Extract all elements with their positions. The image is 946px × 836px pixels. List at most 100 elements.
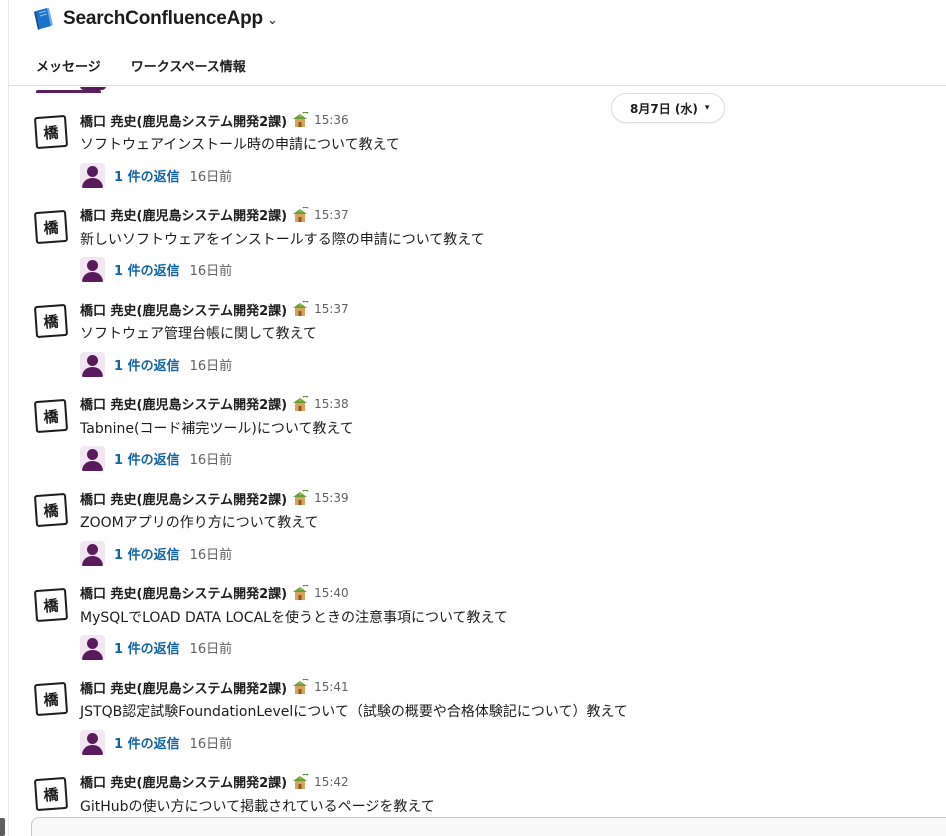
message-row[interactable]: 橋 橋口 尭史(鹿児島システム開発2課) 15:40 MySQLでLOAD DATA … <box>9 583 946 674</box>
message-row[interactable]: 橋 橋口 尭史(鹿児島システム開発2課) 15:37 新しいソフトウェアをインストール… <box>9 205 946 296</box>
thread-replies[interactable]: 1 件の返信 16日前 <box>80 729 232 755</box>
sender-name[interactable]: 橋口 尭史(鹿児島システム開発2課) <box>80 111 287 130</box>
reply-time: 16日前 <box>189 736 233 752</box>
message-row[interactable]: 橋 橋口 尭史(鹿児島システム開発2課) 15:41 JSTQB認定試験Foundat… <box>9 678 946 768</box>
message-row[interactable]: 橋 橋口 尭史(鹿児島システム開発2課) 15:38 Tabnine(コード補完ツール… <box>9 394 946 485</box>
sender-name[interactable]: 橋口 尭史(鹿児島システム開発2課) <box>80 489 287 508</box>
message-row[interactable]: 橋 橋口 尭史(鹿児島システム開発2課) 15:39 ZOOMアプリの作り方について教… <box>9 489 946 579</box>
message-meta: 橋口 尭史(鹿児島システム開発2課) 15:37 <box>80 205 349 224</box>
reply-time: 16日前 <box>189 453 233 468</box>
sender-name[interactable]: 橋口 尭史(鹿児島システム開発2課) <box>80 583 287 602</box>
tab-bar: メッセージ ワークスペース情報 <box>36 56 276 93</box>
previous-reply-avatar-fragment <box>80 87 106 90</box>
message-text: MySQLでLOAD DATA LOCALを使うときの注意事項について教えて <box>80 609 508 626</box>
message-time[interactable]: 15:41 <box>314 680 349 694</box>
message-time[interactable]: 15:37 <box>314 208 349 222</box>
palm-house-icon <box>291 772 309 790</box>
user-avatar[interactable]: 橋 <box>33 681 69 717</box>
message-text: Tabnine(コード補完ツール)について教えて <box>80 420 354 437</box>
palm-house-icon <box>291 205 309 223</box>
avatar-character: 橋 <box>42 595 60 615</box>
message-text: ソフトウェア管理台帳に関して教えて <box>80 326 317 342</box>
reply-time: 16日前 <box>189 642 233 657</box>
person-silhouette-icon <box>80 446 105 471</box>
user-avatar[interactable]: 橋 <box>33 209 69 244</box>
reply-count-link[interactable]: 1 件の返信 <box>114 166 180 185</box>
chevron-down-icon: ⌄ <box>266 12 278 28</box>
sender-name[interactable]: 橋口 尭史(鹿児島システム開発2課) <box>80 300 287 319</box>
user-avatar[interactable]: 橋 <box>33 776 69 811</box>
person-silhouette-icon <box>80 257 105 282</box>
thread-replies[interactable]: 1 件の返信 16日前 <box>80 540 232 566</box>
resize-grip[interactable] <box>0 818 5 836</box>
user-avatar[interactable]: 橋 <box>33 303 69 339</box>
palm-house-icon <box>291 583 309 601</box>
avatar-character: 橋 <box>42 217 60 237</box>
thread-replies[interactable]: 1 件の返信 16日前 <box>80 162 232 188</box>
window-left-edge <box>0 0 9 836</box>
message-time[interactable]: 15:42 <box>314 775 349 789</box>
message-list[interactable]: 8月7日 (水) ▾ 橋橋口 尭史(鹿児島システム開発2課) 15:36 ソフトウェ… <box>9 87 946 836</box>
message-text: ZOOMアプリの作り方について教えて <box>80 515 319 531</box>
message-meta: 橋口 尭史(鹿児島システム開発2課) 15:38 <box>80 394 349 413</box>
reply-count-link[interactable]: 1 件の返信 <box>114 733 180 752</box>
sender-name[interactable]: 橋口 尭史(鹿児島システム開発2課) <box>80 205 287 224</box>
message-text: JSTQB認定試験FoundationLevelについて（試験の概要や合格体験記… <box>80 704 628 720</box>
person-silhouette-icon <box>80 540 105 566</box>
avatar-character: 橋 <box>42 500 60 521</box>
sender-name[interactable]: 橋口 尭史(鹿児島システム開発2課) <box>80 772 287 791</box>
tab-workspace-info[interactable]: ワークスペース情報 <box>131 56 246 85</box>
reply-count-link[interactable]: 1 件の返信 <box>114 449 180 468</box>
tab-messages[interactable]: メッセージ <box>36 56 101 93</box>
thread-replies[interactable]: 1 件の返信 16日前 <box>80 257 232 283</box>
palm-house-icon <box>291 300 309 317</box>
person-silhouette-icon <box>80 635 105 660</box>
message-time[interactable]: 15:39 <box>314 491 349 505</box>
person-silhouette-icon <box>80 729 105 755</box>
message-row[interactable]: 橋 橋口 尭史(鹿児島システム開発2課) 15:37 ソフトウェア管理台帳に関して教え… <box>9 300 946 390</box>
user-avatar[interactable]: 橋 <box>33 114 69 150</box>
message-time[interactable]: 15:38 <box>314 397 349 411</box>
sender-name[interactable]: 橋口 尭史(鹿児島システム開発2課) <box>80 678 287 697</box>
thread-replies[interactable]: 1 件の返信 16日前 <box>80 446 232 472</box>
app-title-button[interactable]: SearchConfluenceApp ⌄ <box>33 6 278 32</box>
reply-time: 16日前 <box>189 547 233 563</box>
person-silhouette-icon <box>80 162 105 188</box>
message-meta: 橋口 尭史(鹿児島システム開発2課) 15:39 <box>80 489 349 508</box>
message-meta: 橋口 尭史(鹿児島システム開発2課) 15:42 <box>80 772 349 791</box>
message-text: GitHubの使い方について掲載されているページを教えて <box>80 798 435 815</box>
message-meta: 橋口 尭史(鹿児島システム開発2課) 15:41 <box>80 678 349 697</box>
reply-count-link[interactable]: 1 件の返信 <box>114 260 180 279</box>
avatar-character: 橋 <box>42 406 60 426</box>
reply-time: 16日前 <box>189 358 233 374</box>
reply-time: 16日前 <box>189 169 233 185</box>
message-meta: 橋口 尭史(鹿児島システム開発2課) 15:37 <box>80 300 349 319</box>
reply-count-link[interactable]: 1 件の返信 <box>114 355 180 374</box>
reply-time: 16日前 <box>189 264 233 279</box>
avatar-character: 橋 <box>42 311 60 332</box>
message-time[interactable]: 15:40 <box>314 586 349 600</box>
message-composer[interactable] <box>31 817 946 836</box>
app-name: SearchConfluenceApp <box>63 8 263 29</box>
reply-count-link[interactable]: 1 件の返信 <box>114 544 180 563</box>
person-silhouette-icon <box>80 351 105 377</box>
user-avatar[interactable]: 橋 <box>33 492 69 528</box>
avatar-character: 橋 <box>42 784 60 804</box>
thread-replies[interactable]: 1 件の返信 16日前 <box>80 635 232 661</box>
channel-header: SearchConfluenceApp ⌄ メッセージ ワークスペース情報 <box>9 0 946 93</box>
message-row[interactable]: 橋 橋口 尭史(鹿児島システム開発2課) 15:36 ソフトウェアインストール時の申請… <box>9 111 946 201</box>
palm-house-icon <box>291 394 309 412</box>
reply-count-link[interactable]: 1 件の返信 <box>114 638 180 657</box>
palm-house-icon <box>291 678 309 695</box>
sender-name[interactable]: 橋口 尭史(鹿児島システム開発2課) <box>80 394 287 413</box>
user-avatar[interactable]: 橋 <box>33 587 69 622</box>
user-avatar[interactable]: 橋 <box>33 398 69 433</box>
message-meta: 橋口 尭史(鹿児島システム開発2課) 15:36 <box>80 111 349 130</box>
avatar-character: 橋 <box>42 689 60 710</box>
message-text: 新しいソフトウェアをインストールする際の申請について教えて <box>80 231 485 248</box>
message-time[interactable]: 15:37 <box>314 302 349 316</box>
message-text: ソフトウェアインストール時の申請について教えて <box>80 137 400 153</box>
message-meta: 橋口 尭史(鹿児島システム開発2課) 15:40 <box>80 583 349 602</box>
message-time[interactable]: 15:36 <box>314 113 349 127</box>
thread-replies[interactable]: 1 件の返信 16日前 <box>80 351 232 377</box>
